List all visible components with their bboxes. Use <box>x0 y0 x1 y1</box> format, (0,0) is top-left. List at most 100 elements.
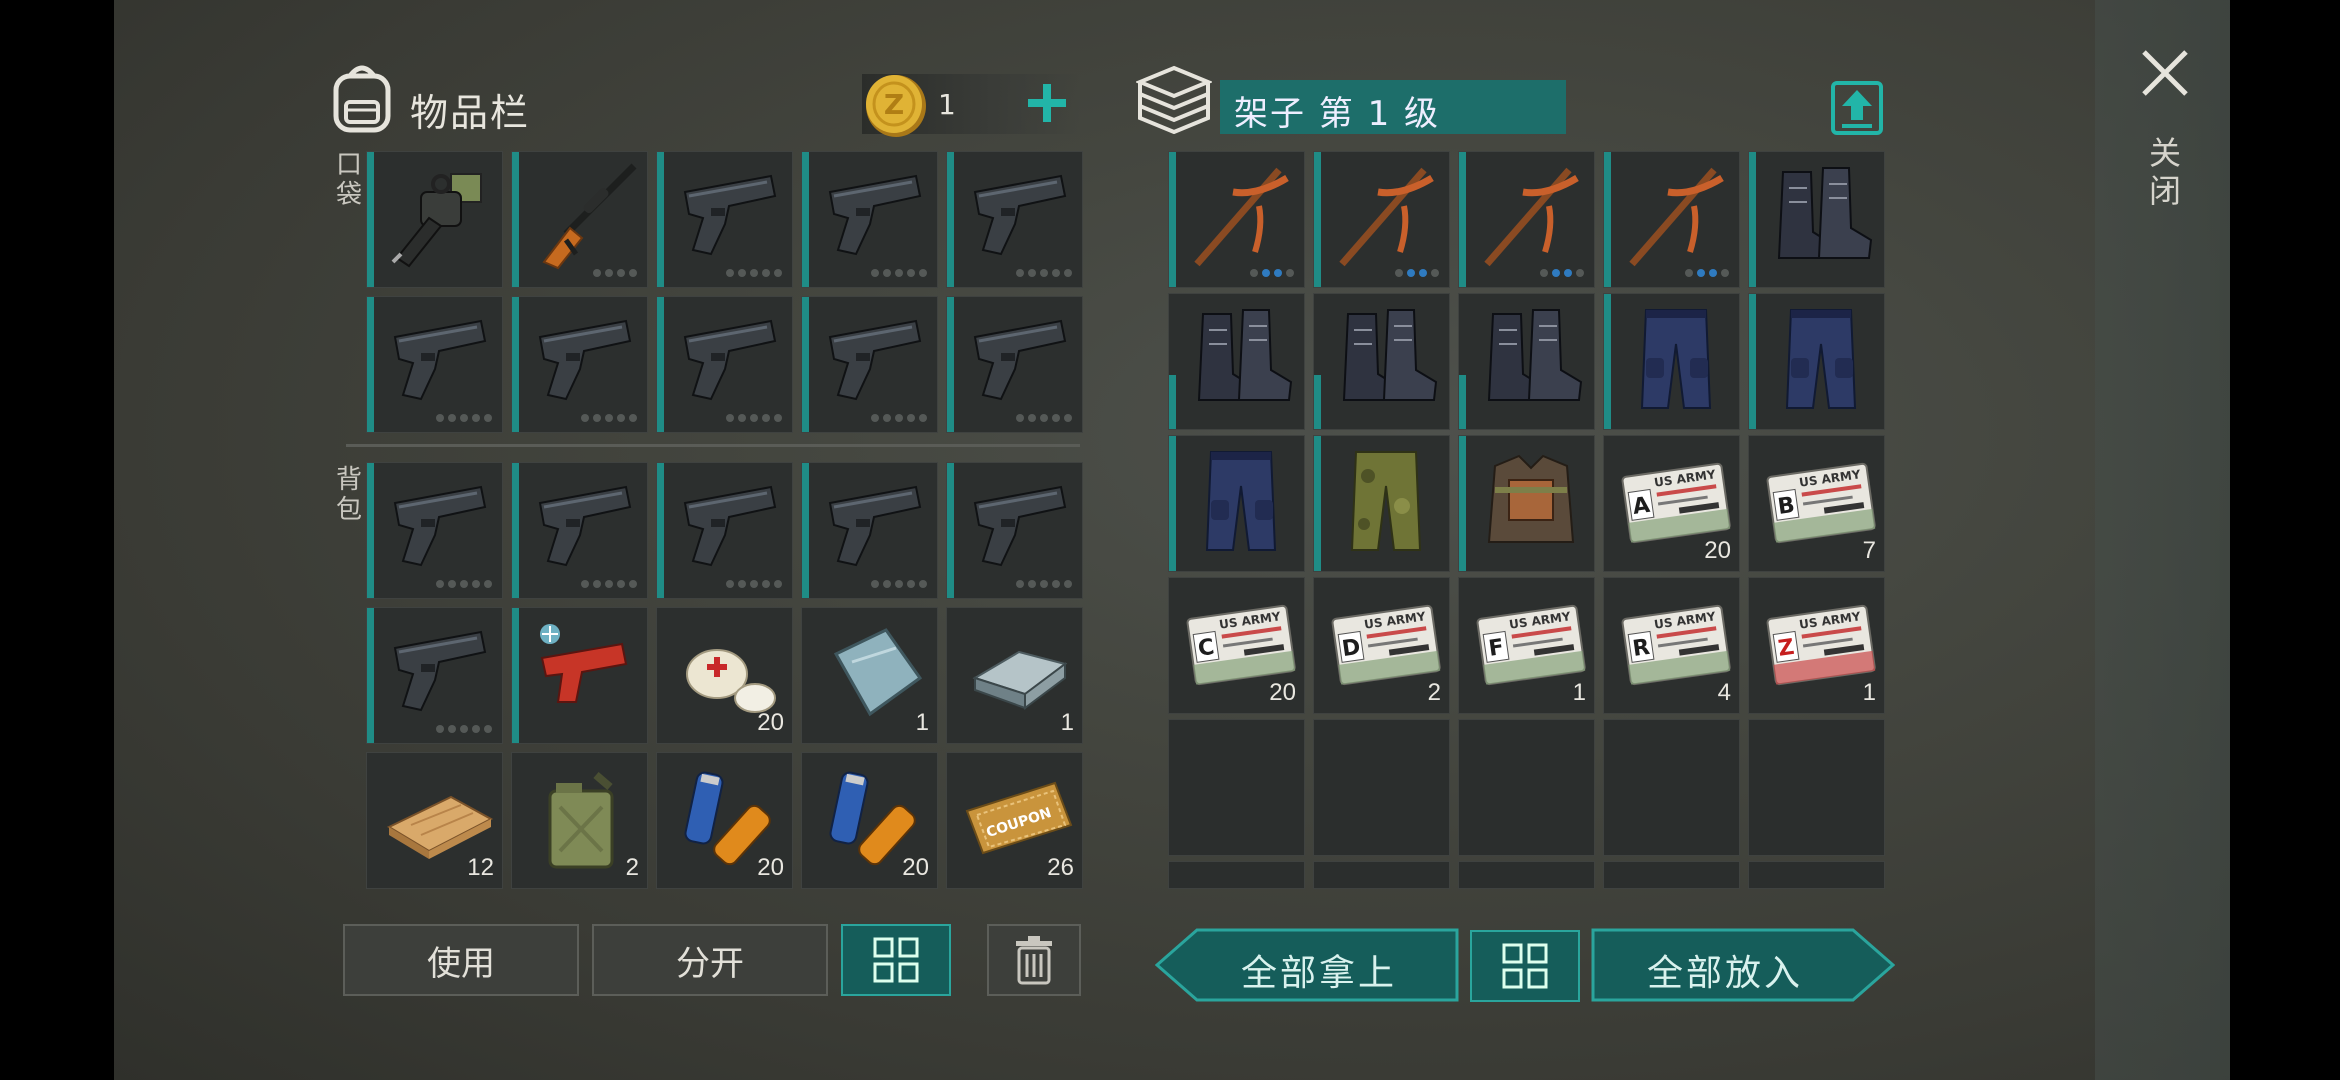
put-all-button[interactable]: 全部放入 <box>1591 928 1895 1002</box>
item-slot-pistol[interactable] <box>656 296 793 433</box>
item-slot-pickaxe[interactable] <box>1603 151 1740 288</box>
item-slot-army-card[interactable]: Z US ARMY 1 <box>1748 577 1885 714</box>
empty-slot[interactable] <box>1458 719 1595 856</box>
shelf-sort-button[interactable] <box>1470 930 1580 1002</box>
take-all-button[interactable]: 全部拿上 <box>1155 928 1459 1002</box>
item-slot-boots[interactable] <box>1168 293 1305 430</box>
item-slot-pickaxe[interactable] <box>1168 151 1305 288</box>
item-slot-pants-blue[interactable] <box>1748 293 1885 430</box>
durability-bar <box>1169 152 1176 287</box>
close-button[interactable] <box>2140 48 2190 98</box>
upgrade-button[interactable] <box>1830 80 1884 136</box>
upgrade-dots <box>593 269 637 277</box>
item-slot-pickaxe[interactable] <box>1313 151 1450 288</box>
item-slot-army-card[interactable]: B US ARMY 7 <box>1748 435 1885 572</box>
item-slot-bandage[interactable]: 20 <box>656 607 793 744</box>
item-slot-pistol[interactable] <box>946 462 1083 599</box>
close-label: 关闭 <box>2148 134 2181 210</box>
pickaxe-icon <box>1473 162 1589 272</box>
grid-icon <box>1502 943 1548 989</box>
durability-bar <box>1749 152 1756 287</box>
item-slot-iron-ingot[interactable]: 1 <box>946 607 1083 744</box>
boots-icon <box>1328 304 1444 414</box>
item-slot-army-card[interactable]: A US ARMY 20 <box>1603 435 1740 572</box>
empty-slot[interactable] <box>1748 861 1885 889</box>
item-count: 20 <box>757 854 784 881</box>
item-slot-boots[interactable] <box>1313 293 1450 430</box>
empty-slot[interactable] <box>1603 861 1740 889</box>
shelf-icon <box>1134 64 1214 135</box>
item-slot-pistol[interactable] <box>801 296 938 433</box>
item-slot-pickaxe[interactable] <box>1458 151 1595 288</box>
add-coins-button[interactable] <box>1024 80 1070 126</box>
durability-bar <box>802 297 809 432</box>
item-slot-metal-sheet[interactable]: 1 <box>801 607 938 744</box>
item-slot-wood-plank[interactable]: 12 <box>366 752 503 889</box>
upgrade-dots <box>1250 269 1294 277</box>
item-slot-pistol[interactable] <box>801 462 938 599</box>
svg-text:B: B <box>1776 493 1796 520</box>
item-slot-pants-blue[interactable] <box>1168 435 1305 572</box>
upgrade-dots <box>1016 269 1072 277</box>
item-slot-armor-vest[interactable] <box>1458 435 1595 572</box>
item-slot-sniper-rifle[interactable] <box>511 151 648 288</box>
pants-camo-icon <box>1328 446 1444 556</box>
upgrade-dots <box>436 580 492 588</box>
item-slot-pistol[interactable] <box>366 462 503 599</box>
close-icon <box>2142 50 2188 96</box>
item-slot-boots[interactable] <box>1748 151 1885 288</box>
army-card-icon: D US ARMY <box>1328 588 1444 698</box>
durability-bar <box>802 152 809 287</box>
durability-bar <box>367 608 374 743</box>
item-slot-army-card[interactable]: R US ARMY 4 <box>1603 577 1740 714</box>
item-slot-army-card[interactable]: D US ARMY 2 <box>1313 577 1450 714</box>
inventory-sort-button[interactable] <box>841 924 951 996</box>
item-slot-army-card[interactable]: C US ARMY 20 <box>1168 577 1305 714</box>
item-slot-flare-gun[interactable] <box>511 607 648 744</box>
item-slot-pistol[interactable] <box>511 296 648 433</box>
pickaxe-icon <box>1618 162 1734 272</box>
item-slot-pistol[interactable] <box>801 151 938 288</box>
item-slot-boots[interactable] <box>1458 293 1595 430</box>
split-button[interactable]: 分开 <box>592 924 828 996</box>
pistol-icon <box>816 162 932 272</box>
pistol-icon <box>381 307 497 417</box>
item-count: 20 <box>1704 537 1731 564</box>
durability-bar <box>1169 436 1176 571</box>
item-slot-coupon[interactable]: COUPON 26 <box>946 752 1083 889</box>
item-slot-pistol[interactable] <box>511 462 648 599</box>
item-slot-batteries[interactable]: 20 <box>656 752 793 889</box>
empty-slot[interactable] <box>1458 861 1595 889</box>
iron-ingot-icon <box>961 618 1077 728</box>
item-slot-army-card[interactable]: F US ARMY 1 <box>1458 577 1595 714</box>
empty-slot[interactable] <box>1748 719 1885 856</box>
durability-bar <box>1314 375 1321 429</box>
upgrade-dots <box>436 414 492 422</box>
item-slot-chainsaw[interactable] <box>366 151 503 288</box>
use-button[interactable]: 使用 <box>343 924 579 996</box>
empty-slot[interactable] <box>1168 861 1305 889</box>
item-slot-pistol[interactable] <box>366 296 503 433</box>
item-slot-pistol[interactable] <box>656 462 793 599</box>
item-slot-pants-blue[interactable] <box>1603 293 1740 430</box>
durability-bar <box>367 152 374 287</box>
item-slot-pistol[interactable] <box>656 151 793 288</box>
item-slot-gas-can[interactable]: 2 <box>511 752 648 889</box>
item-slot-pistol[interactable] <box>946 296 1083 433</box>
trash-button[interactable] <box>987 924 1081 996</box>
shelf-title: 架子 第 1 级 <box>1234 94 1441 134</box>
item-slot-batteries[interactable]: 20 <box>801 752 938 889</box>
upgrade-dots <box>871 414 927 422</box>
empty-slot[interactable] <box>1313 719 1450 856</box>
empty-slot[interactable] <box>1168 719 1305 856</box>
pistol-icon <box>526 307 642 417</box>
item-slot-pistol[interactable] <box>946 151 1083 288</box>
upgrade-dots <box>1016 580 1072 588</box>
upgrade-dots <box>871 269 927 277</box>
durability-bar <box>1604 152 1611 287</box>
pistol-icon <box>961 162 1077 272</box>
empty-slot[interactable] <box>1313 861 1450 889</box>
item-slot-pistol[interactable] <box>366 607 503 744</box>
empty-slot[interactable] <box>1603 719 1740 856</box>
item-slot-pants-camo[interactable] <box>1313 435 1450 572</box>
